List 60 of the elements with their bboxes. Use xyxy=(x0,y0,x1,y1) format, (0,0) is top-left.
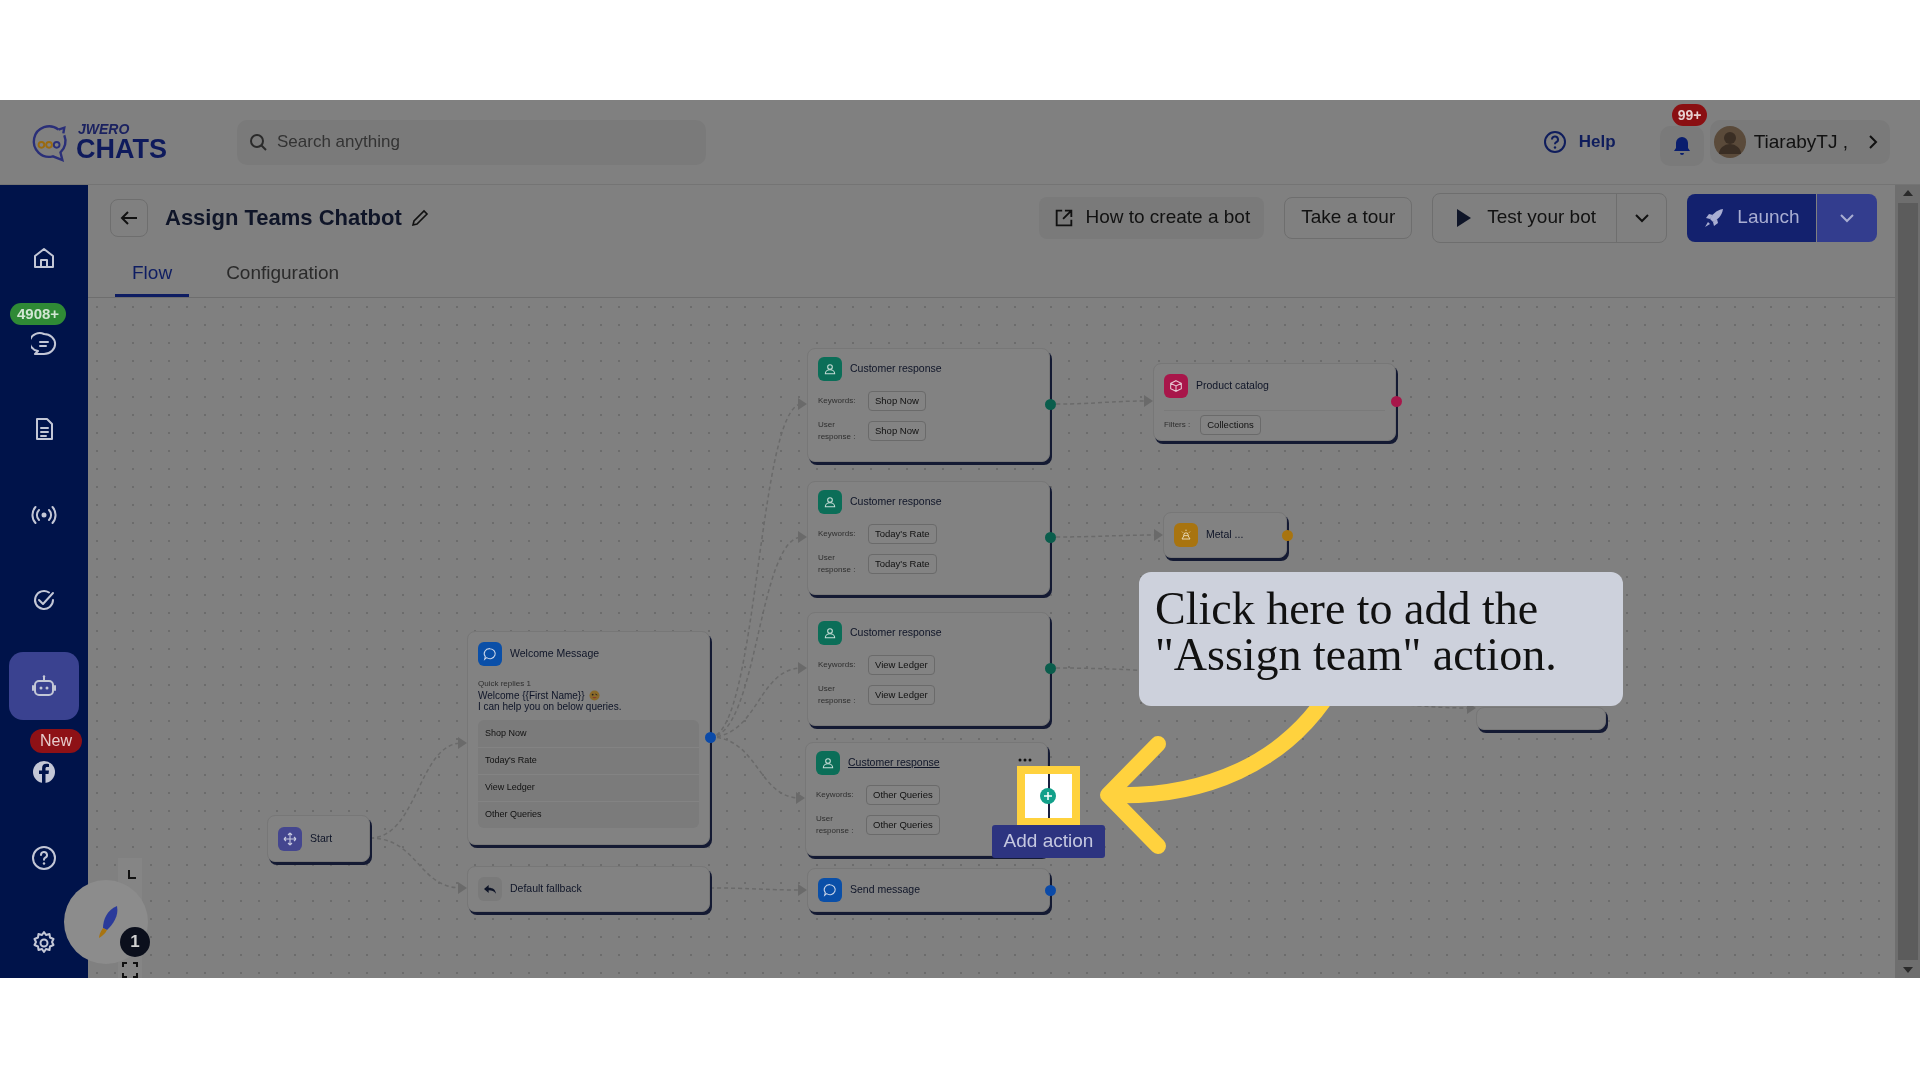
how-to-button[interactable]: How to create a bot xyxy=(1039,196,1265,239)
node-title: Customer response xyxy=(850,494,942,510)
node-title: Welcome Message xyxy=(510,646,600,662)
tour-button[interactable]: Take a tour xyxy=(1284,196,1413,239)
field-label: User response : xyxy=(818,419,857,444)
message-text: I can help you on below queries. xyxy=(478,701,622,712)
flow-node[interactable]: Customer response Keywords: Today's Rate User response : Today's Rate xyxy=(807,481,1050,595)
tag: Other Queries xyxy=(866,785,940,806)
tag: Other Queries xyxy=(866,815,940,836)
field-label: Keywords: xyxy=(818,659,857,672)
node-title: Metal ... xyxy=(1206,527,1244,543)
launch-button[interactable]: Launch xyxy=(1687,193,1816,242)
node-title: Send message xyxy=(850,882,921,898)
field-label: Keywords: xyxy=(816,789,855,802)
field-label: Keywords: xyxy=(818,528,857,541)
node-title: Start xyxy=(310,830,333,846)
node-title: Customer response xyxy=(850,625,942,641)
tag: Today's Rate xyxy=(868,554,937,575)
badge: 4908+ xyxy=(10,302,67,325)
badge: New xyxy=(30,729,82,754)
tag: Shop Now xyxy=(868,421,926,442)
tag: Collections xyxy=(1200,415,1261,436)
quick-reply[interactable]: Other Queries xyxy=(478,801,699,828)
quick-reply[interactable]: Shop Now xyxy=(478,720,699,747)
flow-node[interactable]: Welcome Message Quick replies 1 Welcome {{First Name}} I can help you on below queries. Shop Now Today's Rate View Ledger Other Queries xyxy=(467,631,710,845)
help-button[interactable]: Help xyxy=(1538,124,1620,160)
field-label: User response : xyxy=(816,813,855,838)
notification-count: 99+ xyxy=(1671,104,1708,126)
tag: Shop Now xyxy=(868,391,926,412)
flow-node[interactable]: Default fallback xyxy=(467,866,710,912)
field-label: User response : xyxy=(818,683,857,708)
flow-node[interactable]: Metal ... xyxy=(1163,512,1287,558)
node-title: Default fallback xyxy=(510,881,582,897)
flow-node[interactable]: Product catalog Filters : Collections xyxy=(1153,363,1396,441)
field-label: Filters : xyxy=(1164,419,1191,432)
logo-text: CHATS xyxy=(76,135,167,163)
field-label: Keywords: xyxy=(818,395,857,408)
tag: View Ledger xyxy=(868,655,935,676)
caption: Quick replies 1 xyxy=(478,678,532,690)
callout-text: Click here to add the "Assign team" action. xyxy=(1139,572,1623,706)
quick-reply[interactable]: View Ledger xyxy=(478,774,699,801)
user-menu[interactable]: TiarabyTJ , xyxy=(1709,120,1890,164)
logo-text: JWERO xyxy=(77,121,131,136)
step-badge: 1 xyxy=(120,927,150,957)
flow-node[interactable]: Customer response Keywords: View Ledger User response : View Ledger xyxy=(807,612,1050,726)
quick-reply[interactable]: Today's Rate xyxy=(478,747,699,774)
search-field[interactable]: Search anything xyxy=(237,119,706,165)
flow-node[interactable]: Send message xyxy=(807,868,1050,912)
node-title: Customer response xyxy=(850,361,942,377)
bot-title: Assign Teams Chatbot xyxy=(165,204,402,232)
flow-node[interactable]: Customer response Keywords: Shop Now User response : Shop Now xyxy=(807,348,1050,462)
tag: Today's Rate xyxy=(868,524,937,545)
node-title: Product catalog xyxy=(1196,378,1269,394)
tab[interactable]: Configuration xyxy=(209,253,357,297)
message-text: Welcome {{First Name}} xyxy=(478,690,585,701)
tooltip: Add action xyxy=(992,825,1105,858)
tag: View Ledger xyxy=(868,685,935,706)
field-label: User response : xyxy=(818,552,857,577)
flow-node[interactable]: Start xyxy=(267,815,370,862)
node-title: Customer response xyxy=(848,755,940,771)
